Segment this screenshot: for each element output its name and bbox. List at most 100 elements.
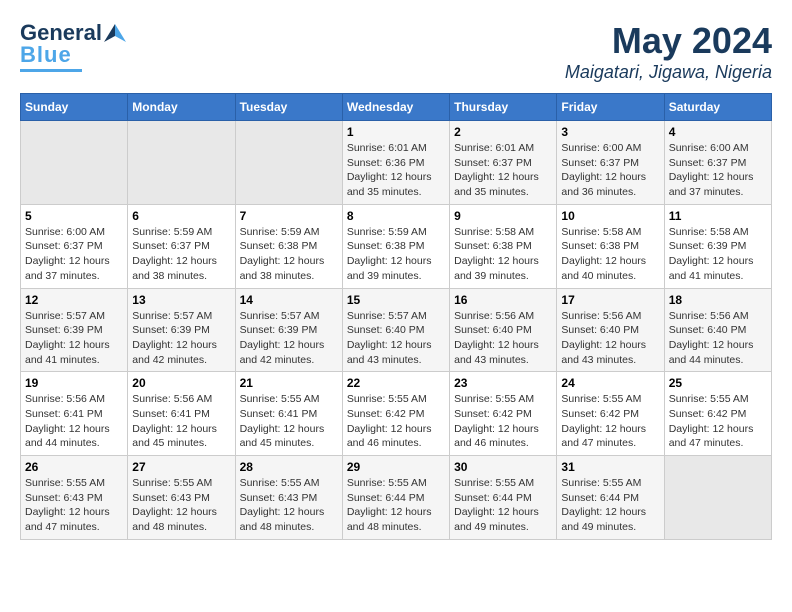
calendar-cell: 29Sunrise: 5:55 AMSunset: 6:44 PMDayligh… — [342, 456, 449, 540]
calendar-week-2: 5Sunrise: 6:00 AMSunset: 6:37 PMDaylight… — [21, 204, 772, 288]
location-title: Maigatari, Jigawa, Nigeria — [565, 62, 772, 83]
page-header: General Blue May 2024 Maigatari, Jigawa,… — [20, 20, 772, 83]
day-info: Sunrise: 6:01 AMSunset: 6:36 PMDaylight:… — [347, 141, 445, 200]
calendar-cell: 2 Sunrise: 6:01 AMSunset: 6:37 PMDaylight… — [450, 121, 557, 205]
day-number: 31 — [561, 460, 659, 474]
calendar-cell: 17 Sunrise: 5:56 AMSunset: 6:40 PMDayligh… — [557, 288, 664, 372]
calendar-cell: 27 Sunrise: 5:55 AMSunset: 6:43 PMDayligh… — [128, 456, 235, 540]
calendar-cell: 11Sunrise: 5:58 AMSunset: 6:39 PMDayligh… — [664, 204, 771, 288]
calendar-header-row: Sunday Monday Tuesday Wednesday Thursday… — [21, 94, 772, 121]
day-number: 13 — [132, 293, 230, 307]
day-info: Sunrise: 5:55 AMSunset: 6:41 PMDaylight:… — [240, 392, 338, 451]
col-saturday: Saturday — [664, 94, 771, 121]
day-number: 4 — [669, 125, 767, 139]
day-number: 1 — [347, 125, 445, 139]
col-thursday: Thursday — [450, 94, 557, 121]
calendar-cell: 22Sunrise: 5:55 AMSunset: 6:42 PMDayligh… — [342, 372, 449, 456]
col-friday: Friday — [557, 94, 664, 121]
day-info: Sunrise: 5:56 AMSunset: 6:40 PMDaylight:… — [561, 309, 659, 368]
calendar-week-4: 19Sunrise: 5:56 AMSunset: 6:41 PMDayligh… — [21, 372, 772, 456]
calendar-cell: 4 Sunrise: 6:00 AMSunset: 6:37 PMDaylight… — [664, 121, 771, 205]
day-number: 16 — [454, 293, 552, 307]
day-info: Sunrise: 5:57 AMSunset: 6:39 PMDaylight:… — [25, 309, 123, 368]
calendar-cell: 24Sunrise: 5:55 AMSunset: 6:42 PMDayligh… — [557, 372, 664, 456]
day-number: 15 — [347, 293, 445, 307]
calendar-cell: 10 Sunrise: 5:58 AMSunset: 6:38 PMDayligh… — [557, 204, 664, 288]
calendar-cell: 16 Sunrise: 5:56 AMSunset: 6:40 PMDayligh… — [450, 288, 557, 372]
calendar-cell: 12 Sunrise: 5:57 AMSunset: 6:39 PMDayligh… — [21, 288, 128, 372]
calendar-cell: 14 Sunrise: 5:57 AMSunset: 6:39 PMDayligh… — [235, 288, 342, 372]
day-info: Sunrise: 5:57 AMSunset: 6:40 PMDaylight:… — [347, 309, 445, 368]
day-info: Sunrise: 6:00 AMSunset: 6:37 PMDaylight:… — [25, 225, 123, 284]
day-info: Sunrise: 5:55 AMSunset: 6:42 PMDaylight:… — [454, 392, 552, 451]
calendar-week-3: 12 Sunrise: 5:57 AMSunset: 6:39 PMDayligh… — [21, 288, 772, 372]
day-info: Sunrise: 5:58 AMSunset: 6:38 PMDaylight:… — [561, 225, 659, 284]
calendar-cell: 26Sunrise: 5:55 AMSunset: 6:43 PMDayligh… — [21, 456, 128, 540]
day-info: Sunrise: 5:55 AMSunset: 6:43 PMDaylight:… — [132, 476, 230, 535]
logo-blue: Blue — [20, 42, 72, 68]
calendar-table: Sunday Monday Tuesday Wednesday Thursday… — [20, 93, 772, 540]
calendar-cell: 15 Sunrise: 5:57 AMSunset: 6:40 PMDayligh… — [342, 288, 449, 372]
calendar-cell: 18 Sunrise: 5:56 AMSunset: 6:40 PMDayligh… — [664, 288, 771, 372]
col-wednesday: Wednesday — [342, 94, 449, 121]
day-number: 17 — [561, 293, 659, 307]
day-info: Sunrise: 5:55 AMSunset: 6:42 PMDaylight:… — [669, 392, 767, 451]
col-monday: Monday — [128, 94, 235, 121]
calendar-cell: 31 Sunrise: 5:55 AMSunset: 6:44 PMDayligh… — [557, 456, 664, 540]
day-info: Sunrise: 5:56 AMSunset: 6:41 PMDaylight:… — [25, 392, 123, 451]
calendar-cell — [664, 456, 771, 540]
calendar-cell — [235, 121, 342, 205]
day-number: 22 — [347, 376, 445, 390]
day-number: 7 — [240, 209, 338, 223]
day-number: 8 — [347, 209, 445, 223]
day-number: 9 — [454, 209, 552, 223]
calendar-cell — [128, 121, 235, 205]
title-area: May 2024 Maigatari, Jigawa, Nigeria — [565, 20, 772, 83]
col-tuesday: Tuesday — [235, 94, 342, 121]
calendar-cell: 1 Sunrise: 6:01 AMSunset: 6:36 PMDaylight… — [342, 121, 449, 205]
day-info: Sunrise: 6:00 AMSunset: 6:37 PMDaylight:… — [561, 141, 659, 200]
day-number: 6 — [132, 209, 230, 223]
calendar-cell: 25Sunrise: 5:55 AMSunset: 6:42 PMDayligh… — [664, 372, 771, 456]
calendar-cell: 8 Sunrise: 5:59 AMSunset: 6:38 PMDaylight… — [342, 204, 449, 288]
day-info: Sunrise: 5:57 AMSunset: 6:39 PMDaylight:… — [132, 309, 230, 368]
day-number: 14 — [240, 293, 338, 307]
day-info: Sunrise: 5:57 AMSunset: 6:39 PMDaylight:… — [240, 309, 338, 368]
logo-icon — [104, 22, 126, 44]
day-info: Sunrise: 5:56 AMSunset: 6:41 PMDaylight:… — [132, 392, 230, 451]
day-number: 3 — [561, 125, 659, 139]
calendar-cell: 3 Sunrise: 6:00 AMSunset: 6:37 PMDaylight… — [557, 121, 664, 205]
day-info: Sunrise: 6:00 AMSunset: 6:37 PMDaylight:… — [669, 141, 767, 200]
calendar-cell: 21 Sunrise: 5:55 AMSunset: 6:41 PMDayligh… — [235, 372, 342, 456]
day-number: 24 — [561, 376, 659, 390]
day-info: Sunrise: 6:01 AMSunset: 6:37 PMDaylight:… — [454, 141, 552, 200]
calendar-cell: 13 Sunrise: 5:57 AMSunset: 6:39 PMDayligh… — [128, 288, 235, 372]
month-title: May 2024 — [565, 20, 772, 62]
calendar-cell: 20Sunrise: 5:56 AMSunset: 6:41 PMDayligh… — [128, 372, 235, 456]
day-number: 10 — [561, 209, 659, 223]
day-number: 27 — [132, 460, 230, 474]
day-info: Sunrise: 5:58 AMSunset: 6:38 PMDaylight:… — [454, 225, 552, 284]
day-number: 29 — [347, 460, 445, 474]
calendar-cell: 28Sunrise: 5:55 AMSunset: 6:43 PMDayligh… — [235, 456, 342, 540]
day-info: Sunrise: 5:55 AMSunset: 6:44 PMDaylight:… — [561, 476, 659, 535]
day-number: 30 — [454, 460, 552, 474]
col-sunday: Sunday — [21, 94, 128, 121]
calendar-cell: 9 Sunrise: 5:58 AMSunset: 6:38 PMDaylight… — [450, 204, 557, 288]
day-info: Sunrise: 5:56 AMSunset: 6:40 PMDaylight:… — [454, 309, 552, 368]
day-info: Sunrise: 5:59 AMSunset: 6:38 PMDaylight:… — [347, 225, 445, 284]
day-number: 18 — [669, 293, 767, 307]
day-number: 21 — [240, 376, 338, 390]
day-info: Sunrise: 5:55 AMSunset: 6:43 PMDaylight:… — [25, 476, 123, 535]
day-info: Sunrise: 5:56 AMSunset: 6:40 PMDaylight:… — [669, 309, 767, 368]
day-number: 2 — [454, 125, 552, 139]
day-number: 12 — [25, 293, 123, 307]
calendar-cell: 23Sunrise: 5:55 AMSunset: 6:42 PMDayligh… — [450, 372, 557, 456]
day-info: Sunrise: 5:59 AMSunset: 6:37 PMDaylight:… — [132, 225, 230, 284]
day-number: 28 — [240, 460, 338, 474]
logo: General Blue — [20, 20, 126, 72]
calendar-week-5: 26Sunrise: 5:55 AMSunset: 6:43 PMDayligh… — [21, 456, 772, 540]
calendar-cell: 7 Sunrise: 5:59 AMSunset: 6:38 PMDaylight… — [235, 204, 342, 288]
day-info: Sunrise: 5:59 AMSunset: 6:38 PMDaylight:… — [240, 225, 338, 284]
calendar-cell: 19Sunrise: 5:56 AMSunset: 6:41 PMDayligh… — [21, 372, 128, 456]
